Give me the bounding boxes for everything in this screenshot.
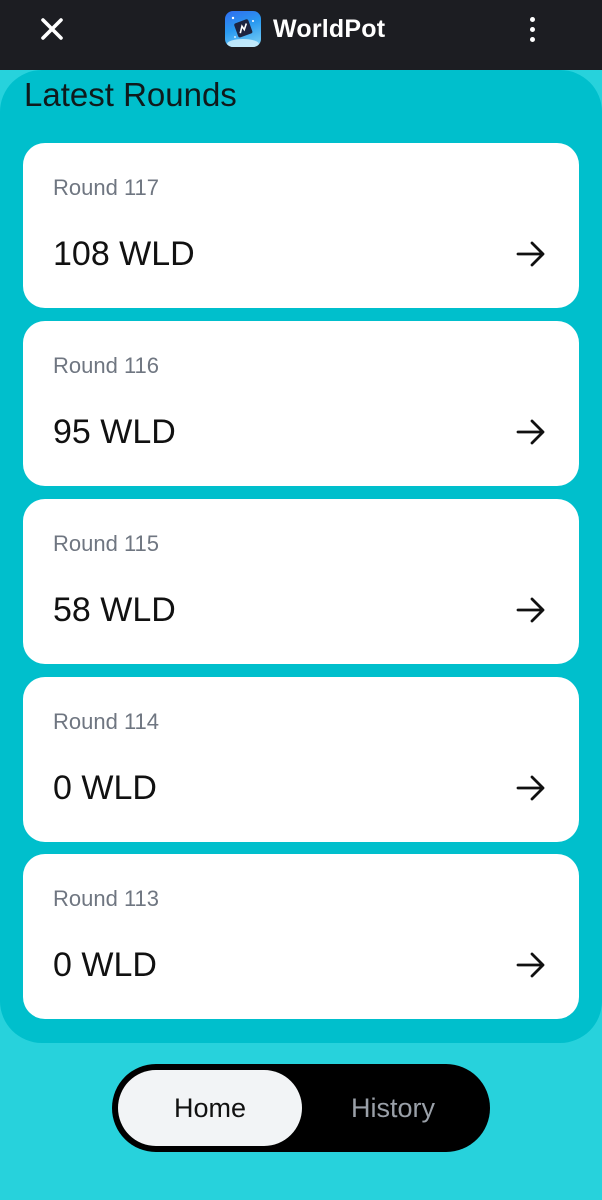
close-button[interactable] [30,12,74,46]
worldpot-logo-icon [225,11,261,47]
more-options-button[interactable] [516,12,548,46]
arrow-right-icon [516,775,545,801]
round-card[interactable]: Round 116 95 WLD [23,321,579,486]
arrow-right-icon [516,419,545,445]
latest-rounds-panel: Latest Rounds Round 117 108 WLD Round 11… [0,70,602,1043]
section-title: Latest Rounds [24,76,237,113]
nav-home-tab[interactable]: Home [118,1070,302,1146]
round-card[interactable]: Round 113 0 WLD [23,854,579,1019]
app-header: WorldPot [0,0,602,70]
round-amount: 0 WLD [53,946,157,984]
round-card[interactable]: Round 115 58 WLD [23,499,579,664]
round-label: Round 115 [53,531,160,556]
round-card[interactable]: Round 114 0 WLD [23,677,579,842]
round-card[interactable]: Round 117 108 WLD [23,143,579,308]
menu-dot [529,36,535,42]
arrow-right-icon [516,597,545,623]
round-amount: 58 WLD [53,591,176,629]
round-amount: 95 WLD [53,413,176,451]
close-icon [41,18,63,40]
round-label: Round 117 [53,175,160,200]
round-amount: 108 WLD [53,235,195,273]
menu-dot [529,26,535,32]
bottom-nav-toggle: Home History [112,1064,490,1152]
app-brand: WorldPot [225,11,385,47]
arrow-right-icon [516,241,545,267]
app-title: WorldPot [273,14,386,43]
nav-history-tab[interactable]: History [302,1070,484,1146]
round-label: Round 116 [53,353,160,378]
round-label: Round 114 [53,709,160,734]
round-amount: 0 WLD [53,769,157,807]
arrow-right-icon [516,952,545,978]
menu-dot [529,16,535,22]
round-label: Round 113 [53,886,160,911]
